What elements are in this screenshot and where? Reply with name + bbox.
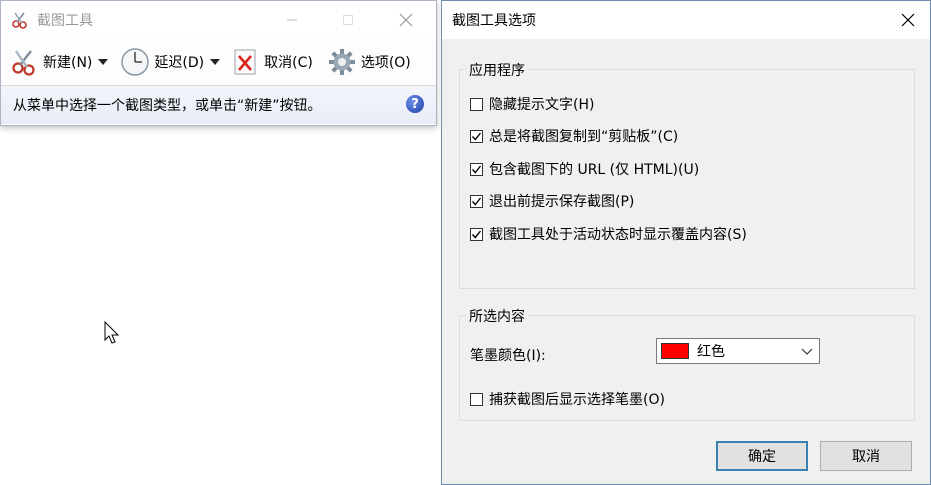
delay-button[interactable]: 延迟(D) bbox=[118, 42, 206, 82]
maximize-icon bbox=[343, 15, 353, 25]
dropdown-arrow-icon bbox=[98, 59, 109, 65]
scissors-icon bbox=[11, 11, 29, 29]
show-ink-option[interactable]: 捕获截图后显示选择笔墨(O) bbox=[470, 389, 665, 409]
snipping-tool-window: 截图工具 新建(N) 延迟(D) 取消(C) 选项(O) 从菜单中选择一个截图类… bbox=[0, 0, 437, 126]
show-overlay-option[interactable]: 截图工具处于活动状态时显示覆盖内容(S) bbox=[470, 224, 747, 244]
status-text: 从菜单中选择一个截图类型，或单击“新建”按钮。 bbox=[13, 98, 322, 114]
dropdown-arrow-icon bbox=[210, 59, 221, 65]
cancel-button[interactable]: 取消 bbox=[820, 441, 912, 471]
ink-color-label: 笔墨颜色(I): bbox=[470, 348, 546, 364]
color-swatch bbox=[661, 343, 689, 359]
checkbox[interactable] bbox=[470, 392, 483, 406]
ink-color-value: 红色 bbox=[697, 344, 725, 360]
close-icon bbox=[399, 13, 413, 27]
minimize-icon bbox=[287, 19, 297, 21]
maximize-button[interactable] bbox=[325, 1, 371, 39]
clock-icon bbox=[120, 47, 150, 77]
options-dialog: 截图工具选项 应用程序 隐藏提示文字(H) 总是将截图复制到“剪贴板”(C) 包… bbox=[441, 0, 931, 485]
checkmark-icon bbox=[471, 132, 482, 141]
selection-group-label: 所选内容 bbox=[466, 306, 528, 326]
include-url-option[interactable]: 包含截图下的 URL (仅 HTML)(U) bbox=[470, 159, 699, 179]
checkmark-icon bbox=[471, 165, 482, 174]
prompt-save-option[interactable]: 退出前提示保存截图(P) bbox=[470, 191, 634, 211]
gear-icon bbox=[327, 47, 357, 77]
dialog-title-bar: 截图工具选项 bbox=[442, 1, 930, 39]
checkbox[interactable] bbox=[470, 97, 483, 111]
chevron-down-icon bbox=[801, 348, 813, 355]
checkbox[interactable] bbox=[470, 194, 483, 208]
checkmark-icon bbox=[471, 197, 482, 206]
cancel-snip-button[interactable]: 取消(C) bbox=[228, 42, 315, 82]
new-snip-label: 新建(N) bbox=[43, 55, 93, 71]
status-bar: 从菜单中选择一个截图类型，或单击“新建”按钮。 ? bbox=[1, 86, 436, 124]
options-button[interactable]: 选项(O) bbox=[325, 42, 413, 82]
show-ink-label: 捕获截图后显示选择笔墨(O) bbox=[489, 392, 665, 408]
ok-button[interactable]: 确定 bbox=[716, 441, 808, 471]
window-title: 截图工具 bbox=[37, 13, 93, 29]
cancel-snip-label: 取消(C) bbox=[264, 55, 313, 71]
options-label: 选项(O) bbox=[360, 55, 411, 71]
ink-color-label-row: 笔墨颜色(I): bbox=[470, 345, 546, 365]
include-url-label: 包含截图下的 URL (仅 HTML)(U) bbox=[489, 162, 700, 178]
delay-label: 延迟(D) bbox=[154, 55, 205, 71]
toolbar: 新建(N) 延迟(D) 取消(C) 选项(O) bbox=[1, 39, 436, 86]
new-snip-dropdown[interactable] bbox=[94, 42, 112, 82]
new-snip-button[interactable]: 新建(N) bbox=[7, 42, 94, 82]
copy-to-clipboard-label: 总是将截图复制到“剪贴板”(C) bbox=[489, 129, 679, 145]
close-button[interactable] bbox=[383, 1, 429, 39]
delay-dropdown[interactable] bbox=[206, 42, 224, 82]
title-bar: 截图工具 bbox=[1, 1, 436, 39]
checkbox[interactable] bbox=[470, 227, 483, 241]
dialog-close-button[interactable] bbox=[886, 1, 930, 39]
ink-color-select[interactable]: 红色 bbox=[656, 338, 820, 364]
scissors-icon bbox=[9, 47, 39, 77]
hide-hint-option[interactable]: 隐藏提示文字(H) bbox=[470, 94, 594, 114]
checkbox[interactable] bbox=[470, 129, 483, 143]
copy-to-clipboard-option[interactable]: 总是将截图复制到“剪贴板”(C) bbox=[470, 126, 678, 146]
checkmark-icon bbox=[471, 230, 482, 239]
show-overlay-label: 截图工具处于活动状态时显示覆盖内容(S) bbox=[489, 227, 747, 243]
checkbox[interactable] bbox=[470, 162, 483, 176]
close-icon bbox=[901, 13, 915, 27]
cancel-x-icon bbox=[230, 47, 260, 77]
hide-hint-label: 隐藏提示文字(H) bbox=[489, 97, 595, 113]
prompt-save-label: 退出前提示保存截图(P) bbox=[489, 194, 635, 210]
dialog-title: 截图工具选项 bbox=[452, 13, 536, 29]
application-group-label: 应用程序 bbox=[466, 60, 528, 80]
help-icon[interactable]: ? bbox=[406, 95, 424, 113]
mouse-pointer-icon bbox=[104, 321, 120, 344]
minimize-button[interactable] bbox=[269, 1, 315, 39]
